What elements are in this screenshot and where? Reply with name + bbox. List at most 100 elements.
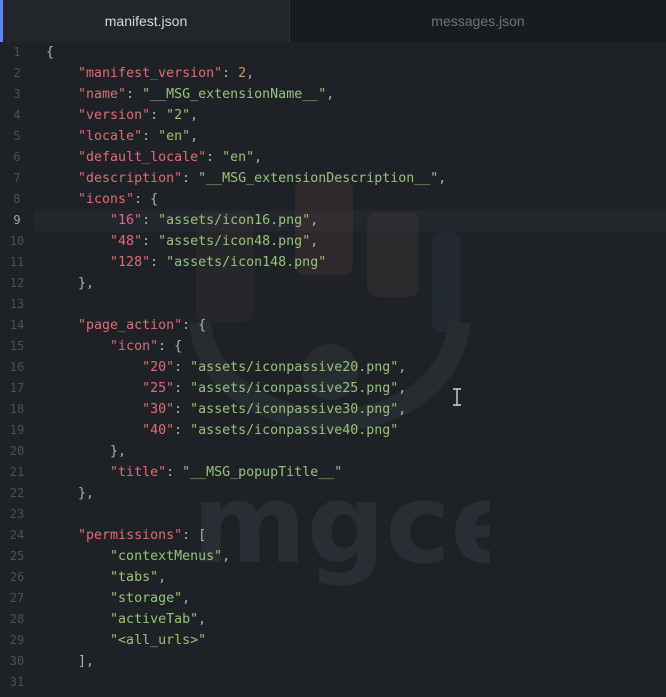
code-line[interactable]: "locale": "en", xyxy=(46,126,198,147)
json-punctuation: : xyxy=(166,465,183,480)
json-punctuation: , xyxy=(198,612,207,627)
json-punctuation: : xyxy=(150,108,167,123)
json-punctuation: , xyxy=(310,213,319,228)
line-number: 20 xyxy=(9,444,25,458)
json-punctuation xyxy=(46,213,110,228)
json-punctuation: : { xyxy=(182,318,207,333)
code-line[interactable]: "default_locale": "en", xyxy=(46,147,262,168)
code-line[interactable]: "activeTab", xyxy=(46,609,206,630)
json-punctuation: , xyxy=(182,591,191,606)
json-key: "icons" xyxy=(78,192,135,207)
json-string: "<all_urls>" xyxy=(110,633,207,648)
json-punctuation xyxy=(46,318,78,333)
code-line[interactable]: "contextMenus", xyxy=(46,546,230,567)
json-punctuation: : xyxy=(206,150,223,165)
json-punctuation: : xyxy=(142,234,159,249)
code-line[interactable]: }, xyxy=(46,441,126,462)
json-punctuation xyxy=(46,465,110,480)
json-key: "page_action" xyxy=(78,318,183,333)
code-line[interactable]: "description": "__MSG_extensionDescripti… xyxy=(46,168,446,189)
tab-bar: manifest.json messages.json xyxy=(0,0,666,43)
json-string: "activeTab" xyxy=(110,612,199,627)
json-string: "assets/iconpassive40.png" xyxy=(190,423,399,438)
json-punctuation: : xyxy=(174,402,191,417)
json-punctuation xyxy=(46,549,110,564)
line-number: 29 xyxy=(9,633,25,647)
json-string: "storage" xyxy=(110,591,183,606)
json-string: "assets/iconpassive30.png" xyxy=(190,402,399,417)
code-area[interactable]: mgce 1{2 "manifest_version": 2, 3 "name":… xyxy=(0,42,666,697)
json-punctuation: , xyxy=(254,150,263,165)
json-string: "en" xyxy=(158,129,191,144)
line-number: 30 xyxy=(9,654,25,668)
json-punctuation: }, xyxy=(46,276,95,291)
code-line[interactable]: "manifest_version": 2, xyxy=(46,63,254,84)
tab-manifest-json[interactable]: manifest.json xyxy=(0,0,290,42)
json-punctuation: , xyxy=(222,549,231,564)
json-punctuation: , xyxy=(190,129,199,144)
json-punctuation xyxy=(46,423,142,438)
json-key: "permissions" xyxy=(78,528,183,543)
code-line[interactable]: "tabs", xyxy=(46,567,166,588)
json-punctuation xyxy=(46,633,110,648)
code-line[interactable]: "page_action": { xyxy=(46,315,206,336)
json-punctuation: , xyxy=(310,234,319,249)
code-line[interactable]: "20": "assets/iconpassive20.png", xyxy=(46,357,406,378)
json-punctuation xyxy=(46,381,142,396)
json-punctuation xyxy=(46,528,78,543)
code-line[interactable]: "storage", xyxy=(46,588,190,609)
json-punctuation xyxy=(46,591,110,606)
json-punctuation xyxy=(46,360,142,375)
json-string: "2" xyxy=(166,108,191,123)
json-punctuation xyxy=(46,150,78,165)
json-string: "assets/icon148.png" xyxy=(166,255,327,270)
json-punctuation: , xyxy=(438,171,447,186)
code-line[interactable]: "<all_urls>" xyxy=(46,630,206,651)
code-line[interactable]: "permissions": [ xyxy=(46,525,206,546)
code-line[interactable]: "icon": { xyxy=(46,336,182,357)
json-key: "version" xyxy=(78,108,151,123)
tab-messages-json[interactable]: messages.json xyxy=(290,0,666,42)
code-line[interactable]: { xyxy=(46,42,54,63)
line-number: 27 xyxy=(9,591,25,605)
code-line[interactable]: "title": "__MSG_popupTitle__" xyxy=(46,462,342,483)
line-number: 16 xyxy=(9,360,25,374)
json-key: "30" xyxy=(142,402,175,417)
code-line[interactable]: "128": "assets/icon148.png" xyxy=(46,252,326,273)
code-line[interactable]: ], xyxy=(46,651,94,672)
json-punctuation xyxy=(46,171,78,186)
json-key: "locale" xyxy=(78,129,143,144)
json-punctuation xyxy=(46,234,110,249)
code-line[interactable]: }, xyxy=(46,483,94,504)
code-line[interactable]: "40": "assets/iconpassive40.png" xyxy=(46,420,398,441)
json-key: "25" xyxy=(142,381,175,396)
line-number: 21 xyxy=(9,465,25,479)
json-punctuation: , xyxy=(190,108,199,123)
code-line[interactable]: "version": "2", xyxy=(46,105,198,126)
code-line[interactable]: }, xyxy=(46,273,94,294)
line-number: 22 xyxy=(9,486,25,500)
json-punctuation: : xyxy=(182,171,199,186)
json-string: "en" xyxy=(222,150,255,165)
line-number: 10 xyxy=(9,234,25,248)
json-key: "name" xyxy=(78,87,127,102)
line-number: 18 xyxy=(9,402,25,416)
json-punctuation: : { xyxy=(158,339,183,354)
json-string: "__MSG_extensionName__" xyxy=(142,87,327,102)
code-line[interactable]: "16": "assets/icon16.png", xyxy=(46,210,318,231)
line-number: 7 xyxy=(13,171,21,185)
json-punctuation: : xyxy=(174,381,191,396)
json-punctuation: { xyxy=(46,45,55,60)
json-punctuation xyxy=(46,255,110,270)
json-string: "assets/icon48.png" xyxy=(158,234,311,249)
json-punctuation: ], xyxy=(46,654,95,669)
code-line[interactable]: "name": "__MSG_extensionName__", xyxy=(46,84,334,105)
code-line[interactable]: "30": "assets/iconpassive30.png", xyxy=(46,399,406,420)
code-line[interactable]: "25": "assets/iconpassive25.png", xyxy=(46,378,406,399)
line-number: 2 xyxy=(13,66,21,80)
line-number: 15 xyxy=(9,339,25,353)
code-line[interactable]: "icons": { xyxy=(46,189,158,210)
json-key: "title" xyxy=(110,465,167,480)
code-line[interactable]: "48": "assets/icon48.png", xyxy=(46,231,318,252)
json-punctuation: }, xyxy=(46,486,95,501)
